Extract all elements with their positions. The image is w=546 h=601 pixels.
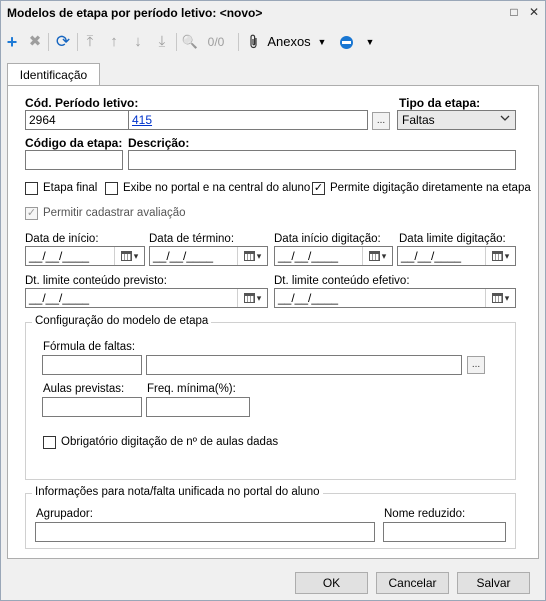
- data-inicio-digitacao-value: __/__/____: [278, 249, 339, 263]
- data-inicio-digitacao-input[interactable]: __/__/____ ▾: [274, 246, 393, 266]
- attachments-dropdown-icon[interactable]: ▼: [315, 31, 329, 53]
- add-icon[interactable]: +: [3, 31, 21, 53]
- freq-minima-input[interactable]: [146, 397, 250, 417]
- descricao-input[interactable]: [128, 150, 516, 170]
- tab-identificacao[interactable]: Identificação: [7, 63, 100, 86]
- record-counter: 0/0: [207, 35, 225, 49]
- calendar-icon[interactable]: ▾: [485, 289, 515, 307]
- periodo-lookup-button[interactable]: ...: [372, 112, 390, 130]
- tab-strip: Identificação: [1, 61, 545, 86]
- nome-reduzido-input[interactable]: [383, 522, 506, 542]
- limite-previsto-value: __/__/____: [29, 291, 90, 305]
- chevron-down-icon: [500, 113, 510, 126]
- freq-minima-label: Freq. mínima(%):: [147, 383, 236, 395]
- agrupador-input[interactable]: [35, 522, 375, 542]
- save-button[interactable]: Salvar: [457, 572, 530, 594]
- aulas-previstas-input[interactable]: [42, 397, 142, 417]
- data-inicio-input[interactable]: __/__/____ ▾: [25, 246, 145, 266]
- data-termino-value: __/__/____: [153, 249, 214, 263]
- toolbar-separator: [77, 33, 78, 51]
- last-record-icon[interactable]: ⤓: [153, 31, 171, 53]
- periodo-code-input[interactable]: 2964: [25, 110, 130, 130]
- tab-panel-identificacao: Cód. Período letivo: 2964 415 ... Tipo d…: [7, 85, 539, 559]
- toolbar: + ✖ ⟳ ⤒ ↑ ↓ ⤓ 🔍 0/0 Anexos ▼ ▼: [1, 29, 545, 55]
- exibe-portal-label: Exibe no portal e na central do aluno: [123, 182, 311, 194]
- permitir-avaliacao-label: Permitir cadastrar avaliação: [43, 207, 186, 219]
- calendar-icon[interactable]: ▾: [362, 247, 392, 265]
- toolbar-separator: [238, 33, 239, 51]
- portal-group: Informações para nota/falta unificada no…: [25, 486, 516, 549]
- etapa-final-label: Etapa final: [43, 182, 98, 194]
- data-inicio-label: Data de início:: [25, 233, 99, 245]
- obrigatorio-checkbox[interactable]: [43, 436, 56, 449]
- data-termino-input[interactable]: __/__/____ ▾: [149, 246, 268, 266]
- limite-efetivo-value: __/__/____: [278, 291, 339, 305]
- paperclip-icon[interactable]: [246, 31, 262, 53]
- dialog-window: Modelos de etapa por período letivo: <no…: [0, 0, 546, 601]
- options-icon[interactable]: [337, 31, 355, 53]
- formula-code-input[interactable]: [42, 355, 142, 375]
- previous-record-icon[interactable]: ↑: [105, 31, 123, 53]
- obrigatorio-label: Obrigatório digitação de nº de aulas dad…: [61, 436, 279, 448]
- formula-description-input[interactable]: [146, 355, 462, 375]
- close-icon[interactable]: ✕: [527, 5, 541, 19]
- permite-digitacao-label: Permite digitação diretamente na etapa: [330, 182, 531, 194]
- agrupador-label: Agrupador:: [36, 508, 93, 520]
- exibe-portal-checkbox[interactable]: [105, 182, 118, 195]
- periodo-link[interactable]: 415: [128, 110, 368, 130]
- aulas-previstas-label: Aulas previstas:: [43, 383, 125, 395]
- delete-icon[interactable]: ✖: [26, 31, 44, 53]
- attachments-button[interactable]: Anexos: [265, 31, 313, 53]
- tipo-select-value: Faltas: [402, 113, 435, 127]
- limite-previsto-input[interactable]: __/__/____ ▾: [25, 288, 268, 308]
- data-limite-digitacao-label: Data limite digitação:: [399, 233, 506, 245]
- calendar-icon[interactable]: ▾: [114, 247, 144, 265]
- first-record-icon[interactable]: ⤒: [81, 31, 99, 53]
- search-icon[interactable]: 🔍: [181, 31, 199, 53]
- tipo-select[interactable]: Faltas: [397, 110, 516, 130]
- calendar-icon[interactable]: ▾: [485, 247, 515, 265]
- config-group: Configuração do modelo de etapa Fórmula …: [25, 315, 516, 480]
- limite-efetivo-label: Dt. limite conteúdo efetivo:: [274, 275, 410, 287]
- descricao-label: Descrição:: [128, 136, 190, 150]
- ok-button[interactable]: OK: [295, 572, 368, 594]
- formula-label: Fórmula de faltas:: [43, 341, 136, 353]
- config-group-title: Configuração do modelo de etapa: [32, 315, 212, 327]
- data-inicio-value: __/__/____: [29, 249, 90, 263]
- portal-group-title: Informações para nota/falta unificada no…: [32, 486, 323, 498]
- calendar-icon[interactable]: ▾: [237, 289, 267, 307]
- periodo-label: Cód. Período letivo:: [25, 96, 139, 110]
- codigo-etapa-input[interactable]: [25, 150, 123, 170]
- limite-previsto-label: Dt. limite conteúdo previsto:: [25, 275, 167, 287]
- toolbar-separator: [176, 33, 177, 51]
- toolbar-separator: [48, 33, 49, 51]
- data-termino-label: Data de término:: [149, 233, 235, 245]
- nome-reduzido-label: Nome reduzido:: [384, 508, 466, 520]
- restore-icon[interactable]: □: [507, 5, 521, 19]
- options-dropdown-icon[interactable]: ▼: [363, 31, 377, 53]
- calendar-icon[interactable]: ▾: [237, 247, 267, 265]
- refresh-icon[interactable]: ⟳: [53, 31, 73, 53]
- data-limite-digitacao-input[interactable]: __/__/____ ▾: [397, 246, 516, 266]
- etapa-final-checkbox[interactable]: [25, 182, 38, 195]
- formula-lookup-button[interactable]: ...: [467, 356, 485, 374]
- permitir-avaliacao-checkbox[interactable]: ✓: [25, 207, 38, 220]
- data-limite-digitacao-value: __/__/____: [401, 249, 462, 263]
- window-title: Modelos de etapa por período letivo: <no…: [7, 6, 263, 20]
- data-inicio-digitacao-label: Data início digitação:: [274, 233, 381, 245]
- limite-efetivo-input[interactable]: __/__/____ ▾: [274, 288, 516, 308]
- next-record-icon[interactable]: ↓: [129, 31, 147, 53]
- title-bar: Modelos de etapa por período letivo: <no…: [1, 1, 545, 25]
- cancel-button[interactable]: Cancelar: [376, 572, 449, 594]
- codigo-etapa-label: Código da etapa:: [25, 136, 123, 150]
- permite-digitacao-checkbox[interactable]: ✓: [312, 182, 325, 195]
- tipo-label: Tipo da etapa:: [399, 96, 481, 110]
